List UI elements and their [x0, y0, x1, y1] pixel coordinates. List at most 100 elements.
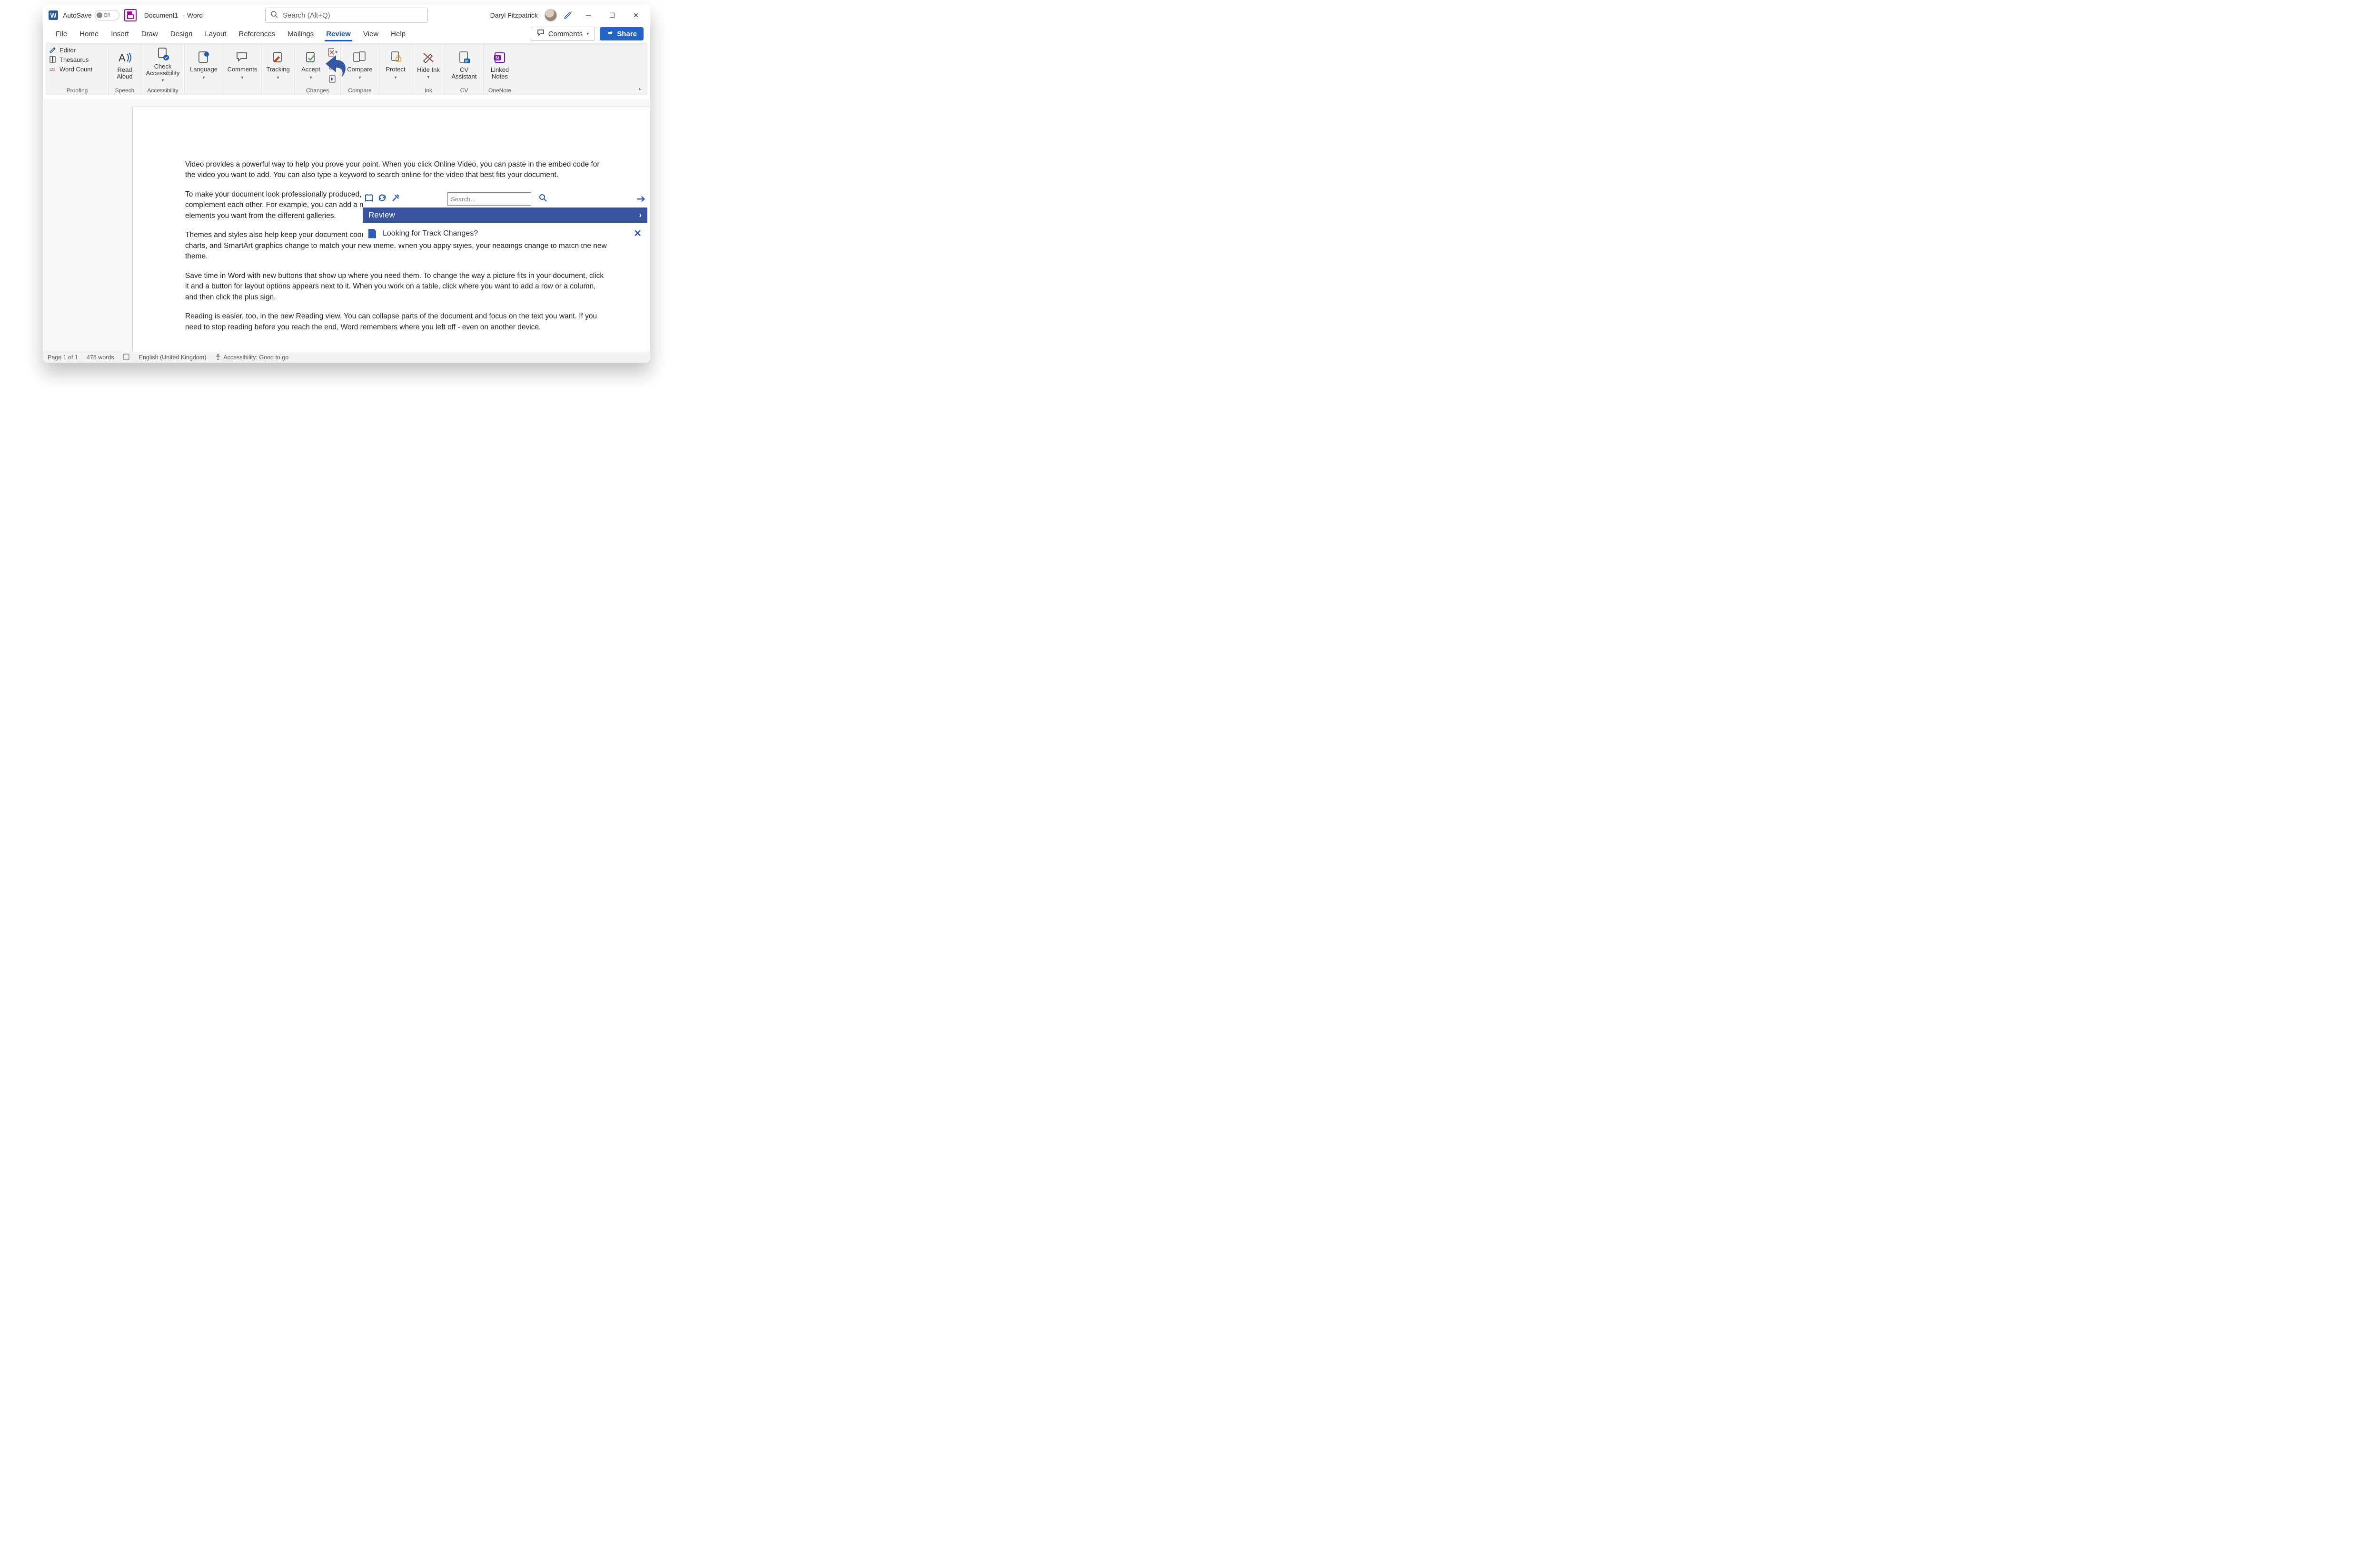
group-label: OneNote [486, 86, 513, 95]
overlay-forward-icon[interactable]: ➔ [637, 193, 645, 205]
thesaurus-button[interactable]: Thesaurus [49, 56, 105, 63]
toggle-switch[interactable]: Off [95, 10, 119, 20]
status-language[interactable]: English (United Kingdom) [139, 354, 207, 361]
tab-file[interactable]: File [50, 27, 73, 41]
language-label: Language [190, 66, 218, 73]
group-label: Ink [415, 86, 442, 95]
language-button[interactable]: Language ▾ [188, 45, 220, 85]
overlay-search-placeholder: Search... [451, 196, 476, 203]
overlay-search-input[interactable]: Search... [447, 192, 531, 206]
check-accessibility-button[interactable]: Check Accessibility ▾ [144, 45, 181, 85]
tab-home[interactable]: Home [73, 27, 105, 41]
accessibility-icon [215, 354, 221, 362]
document-name[interactable]: Document1 [144, 11, 178, 19]
status-accessibility[interactable]: Accessibility: Good to go [215, 354, 288, 362]
status-words[interactable]: 478 words [87, 354, 114, 361]
save-icon[interactable] [124, 9, 137, 21]
overlay-search-icon[interactable] [539, 194, 547, 205]
avatar[interactable] [545, 9, 557, 21]
tab-insert[interactable]: Insert [105, 27, 135, 41]
group-accessibility: Check Accessibility ▾ Accessibility [141, 43, 185, 95]
tab-review[interactable]: Review [320, 27, 357, 41]
overlay-row-track-changes[interactable]: Looking for Track Changes? ✕ [363, 223, 647, 244]
toggle-state: Off [104, 13, 110, 18]
comments-split-button[interactable]: Comments ▾ [226, 45, 258, 85]
chevron-down-icon: ▾ [202, 75, 205, 80]
chevron-down-icon: ▾ [241, 75, 243, 80]
group-cv: in CV Assistant CV [445, 43, 484, 95]
ribbon-expand-icon[interactable]: ⌄ [636, 84, 645, 92]
toggle-knob [97, 12, 102, 18]
thesaurus-icon [49, 56, 57, 63]
chevron-down-icon: ▾ [309, 75, 312, 80]
overlay-refresh-icon[interactable] [378, 194, 387, 205]
group-label: Compare [344, 86, 376, 95]
svg-text:N: N [496, 56, 499, 61]
wordcount-icon: 123 [49, 65, 57, 73]
overlay-book-icon[interactable] [365, 194, 373, 205]
group-proofing: Editor Thesaurus 123 Word Count Proofing [46, 43, 109, 95]
tab-help[interactable]: Help [385, 27, 412, 41]
linked-notes-button[interactable]: N Linked Notes [486, 45, 513, 85]
comment-icon [537, 29, 545, 39]
chevron-down-icon: ▾ [427, 75, 429, 80]
read-aloud-button[interactable]: A Read Aloud [111, 45, 138, 85]
cv-assistant-button[interactable]: in CV Assistant [448, 45, 480, 85]
overlay-header-label: Review [368, 210, 395, 220]
user-name[interactable]: Daryl Fitzpatrick [490, 11, 538, 19]
help-overlay: Search... ➔ Review › Looking for Track C… [363, 190, 647, 244]
svg-text:123: 123 [49, 68, 56, 72]
tracking-button[interactable]: Tracking ▾ [265, 45, 291, 85]
onenote-icon: N [493, 50, 507, 65]
document-icon [368, 229, 376, 238]
maximize-button[interactable]: ☐ [604, 11, 621, 20]
tab-view[interactable]: View [357, 27, 385, 41]
tab-draw[interactable]: Draw [135, 27, 164, 41]
group-label [265, 86, 291, 95]
check-accessibility-label: Check Accessibility [146, 63, 180, 77]
tab-layout[interactable]: Layout [198, 27, 232, 41]
comments-button[interactable]: Comments ▾ [531, 27, 595, 41]
status-page[interactable]: Page 1 of 1 [48, 354, 78, 361]
status-bar: Page 1 of 1 478 words English (United Ki… [43, 352, 650, 363]
tracking-label: Tracking [266, 66, 289, 73]
overlay-header[interactable]: Review › [363, 208, 647, 223]
tab-design[interactable]: Design [164, 27, 199, 41]
search-box[interactable]: Search (Alt+Q) [265, 8, 428, 23]
chevron-down-icon: ▾ [358, 75, 361, 80]
accept-button[interactable]: Accept ▾ [298, 45, 324, 85]
compare-icon [353, 50, 367, 64]
minimize-button[interactable]: ─ [580, 11, 597, 19]
spellcheck-icon[interactable] [123, 354, 130, 362]
protect-button[interactable]: Protect ▾ [382, 45, 409, 85]
overlay-tools-icon[interactable] [391, 194, 400, 205]
editor-button[interactable]: Editor [49, 46, 105, 54]
language-icon [197, 50, 211, 64]
pen-icon[interactable] [564, 10, 573, 21]
close-button[interactable]: ✕ [627, 11, 645, 20]
accept-icon [304, 50, 318, 64]
app-name-suffix: - Word [183, 11, 203, 19]
accept-label: Accept [301, 66, 320, 73]
group-protect: Protect ▾ [379, 43, 412, 95]
cv-icon: in [457, 50, 471, 65]
hide-ink-label: Hide Ink [417, 66, 440, 73]
share-button[interactable]: Share [600, 27, 644, 40]
tab-references[interactable]: References [232, 27, 281, 41]
group-onenote: N Linked Notes OneNote [484, 43, 516, 95]
close-icon[interactable]: ✕ [634, 227, 642, 239]
group-speech: A Read Aloud Speech [109, 43, 141, 95]
overlay-toolbar: Search... ➔ [363, 190, 647, 208]
tab-mailings[interactable]: Mailings [281, 27, 320, 41]
tracking-icon [271, 50, 285, 64]
cv-assistant-label: CV Assistant [448, 67, 480, 80]
autosave-toggle[interactable]: AutoSave Off [63, 10, 119, 20]
chevron-down-icon: ▾ [394, 75, 397, 80]
read-aloud-icon: A [118, 50, 132, 65]
editor-icon [49, 46, 57, 54]
hide-ink-button[interactable]: Hide Ink ▾ [415, 45, 442, 85]
status-accessibility-label: Accessibility: Good to go [223, 354, 288, 361]
comments-label: Comments [228, 66, 258, 73]
wordcount-button[interactable]: 123 Word Count [49, 65, 105, 73]
thesaurus-label: Thesaurus [60, 56, 89, 63]
